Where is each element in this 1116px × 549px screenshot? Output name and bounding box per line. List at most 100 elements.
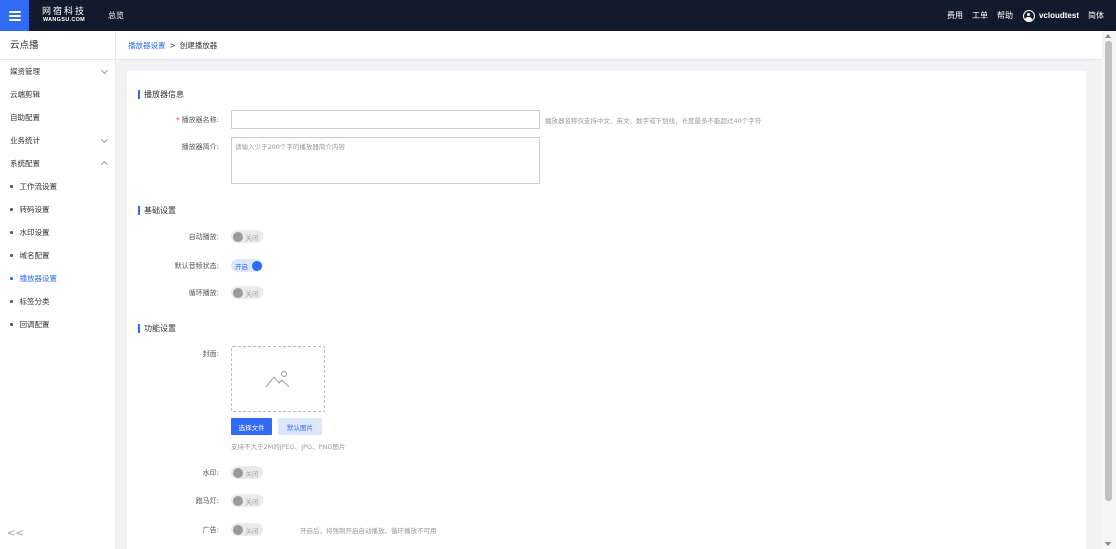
sidebar-item-self-config[interactable]: 自助配置 xyxy=(0,106,115,129)
sidebar-subitem-label: 域名配置 xyxy=(19,251,50,260)
watermark-toggle[interactable]: 关闭 xyxy=(231,466,263,479)
marquee-toggle[interactable]: 关闭 xyxy=(231,494,263,507)
sidebar-subitem-tags[interactable]: 标签分类 xyxy=(0,290,115,313)
player-name-input[interactable] xyxy=(231,110,540,129)
user-menu[interactable]: vcloudtest xyxy=(1022,9,1079,22)
username: vcloudtest xyxy=(1038,11,1079,20)
toggle-knob xyxy=(232,524,243,535)
nav-overview[interactable]: 总览 xyxy=(108,10,124,21)
required-mark: * xyxy=(176,116,180,124)
scroll-thumb[interactable] xyxy=(1105,41,1112,501)
marquee-label: 跑马灯: xyxy=(195,497,219,505)
breadcrumb: 播放器设置 > 创建播放器 xyxy=(116,31,1102,60)
sidebar-subitem-label: 水印设置 xyxy=(19,228,50,237)
sidebar-subitem-player[interactable]: 播放器设置 xyxy=(0,267,115,290)
volume-toggle[interactable]: 开启 xyxy=(231,259,263,272)
toggle-knob xyxy=(232,467,243,478)
sidebar-subitem-label: 回调配置 xyxy=(19,320,50,329)
toggle-knob xyxy=(232,287,243,298)
sidebar-subitem-workflow[interactable]: 工作流设置 xyxy=(0,175,115,198)
cover-label: 封面: xyxy=(202,350,219,358)
volume-label: 默认音频状态: xyxy=(174,262,219,270)
sidebar-title: 云点播 xyxy=(0,31,115,60)
breadcrumb-separator: > xyxy=(169,40,176,50)
nav-tickets[interactable]: 工单 xyxy=(972,10,988,21)
sidebar-subitem-label: 标签分类 xyxy=(19,297,50,306)
autoplay-toggle[interactable]: 关闭 xyxy=(231,230,263,243)
collapse-sidebar-button[interactable]: << xyxy=(7,528,24,539)
user-icon xyxy=(1022,9,1035,22)
sidebar-item-label: 云端剪辑 xyxy=(10,90,40,99)
nav-help[interactable]: 帮助 xyxy=(997,10,1013,21)
bullet-icon xyxy=(10,323,13,326)
logo[interactable]: 网宿科技 WANGSU.COM xyxy=(42,6,87,24)
scroll-up-icon[interactable] xyxy=(1105,34,1111,38)
cover-upload-area[interactable] xyxy=(231,346,325,412)
section-title-function: 功能设置 xyxy=(138,323,176,334)
bullet-icon xyxy=(10,254,13,257)
logo-en: WANGSU.COM xyxy=(42,16,86,23)
toggle-knob xyxy=(251,260,262,271)
sidebar-item-label: 自助配置 xyxy=(10,113,40,122)
player-desc-textarea[interactable] xyxy=(231,137,540,184)
watermark-state: 关闭 xyxy=(245,469,259,478)
autoplay-state: 关闭 xyxy=(245,233,259,242)
sidebar-item-label: 媒资管理 xyxy=(10,67,40,76)
chevron-up-icon xyxy=(100,160,109,169)
ad-hint: 开启后，将强制开启自动播放，循环播放不可用 xyxy=(300,527,437,535)
loop-label: 循环播放: xyxy=(188,289,219,297)
breadcrumb-current: 创建播放器 xyxy=(179,40,218,50)
section-title-basic: 基础设置 xyxy=(138,205,176,216)
sidebar-subitem-callback[interactable]: 回调配置 xyxy=(0,313,115,336)
upload-hint: 支持不大于2M的JPEG、JPG、PNG图片 xyxy=(231,443,346,451)
hamburger-icon xyxy=(8,10,21,21)
sidebar-item-label: 系统配置 xyxy=(10,159,40,168)
player-name-label-text: 播放器名称: xyxy=(181,116,219,124)
sidebar-subitem-label: 播放器设置 xyxy=(19,274,58,283)
marquee-state: 关闭 xyxy=(245,497,259,506)
section-title-info: 播放器信息 xyxy=(138,89,184,100)
form-card: 播放器信息 * 播放器名称: 播放器名称仅支持中文、英文、数字或下划线，长度最多不… xyxy=(127,71,1086,549)
volume-state: 开启 xyxy=(235,262,248,271)
loop-state: 关闭 xyxy=(245,289,259,298)
top-bar: 网宿科技 WANGSU.COM 总览 费用 工单 帮助 vcloudtest 简… xyxy=(0,0,1116,31)
select-file-button[interactable]: 选择文件 xyxy=(231,418,272,435)
sidebar-subitem-domain[interactable]: 域名配置 xyxy=(0,244,115,267)
chevron-down-icon xyxy=(100,135,109,143)
sidebar-subitem-watermark[interactable]: 水印设置 xyxy=(0,221,115,244)
default-image-button[interactable]: 默认图片 xyxy=(278,418,322,435)
sidebar-item-label: 业务统计 xyxy=(10,136,40,145)
bullet-icon xyxy=(10,208,13,211)
sidebar-subitem-transcode[interactable]: 转码设置 xyxy=(0,198,115,221)
bullet-icon xyxy=(10,231,13,234)
sidebar-item-cloud-edit[interactable]: 云端剪辑 xyxy=(0,83,115,106)
autoplay-label: 自动播放: xyxy=(188,233,219,241)
logo-cn: 网宿科技 xyxy=(42,6,87,17)
page-scrollbar[interactable] xyxy=(1102,31,1116,549)
nav-billing[interactable]: 费用 xyxy=(947,10,963,21)
ad-toggle[interactable]: 关闭 xyxy=(231,523,263,536)
player-name-label: * 播放器名称: xyxy=(127,115,219,125)
menu-button[interactable] xyxy=(0,0,29,31)
bullet-icon xyxy=(10,300,13,303)
language-switch[interactable]: 简体 xyxy=(1088,10,1104,21)
sidebar-subitem-label: 转码设置 xyxy=(19,205,50,214)
loop-toggle[interactable]: 关闭 xyxy=(231,286,263,299)
bullet-icon xyxy=(10,277,13,280)
toggle-knob xyxy=(232,231,243,242)
top-right-menu: 费用 工单 帮助 vcloudtest 简体 xyxy=(938,9,1116,22)
chevron-down-icon xyxy=(100,66,109,74)
sidebar-subitem-label: 工作流设置 xyxy=(19,182,58,191)
sidebar-item-system-config[interactable]: 系统配置 xyxy=(0,152,115,175)
toggle-knob xyxy=(232,495,243,506)
breadcrumb-parent[interactable]: 播放器设置 xyxy=(128,40,166,51)
scroll-down-icon[interactable] xyxy=(1105,542,1111,546)
sidebar-item-statistics[interactable]: 业务统计 xyxy=(0,129,115,152)
sidebar: 云点播 媒资管理 云端剪辑 自助配置 业务统计 系统配置 工作流设置 转码设置 … xyxy=(0,31,116,549)
image-placeholder-icon xyxy=(265,370,290,388)
ad-state: 关闭 xyxy=(245,526,259,535)
ad-label: 广告: xyxy=(202,526,219,534)
player-desc-label: 播放器简介: xyxy=(181,143,219,151)
sidebar-item-media[interactable]: 媒资管理 xyxy=(0,60,115,83)
bullet-icon xyxy=(10,185,13,188)
